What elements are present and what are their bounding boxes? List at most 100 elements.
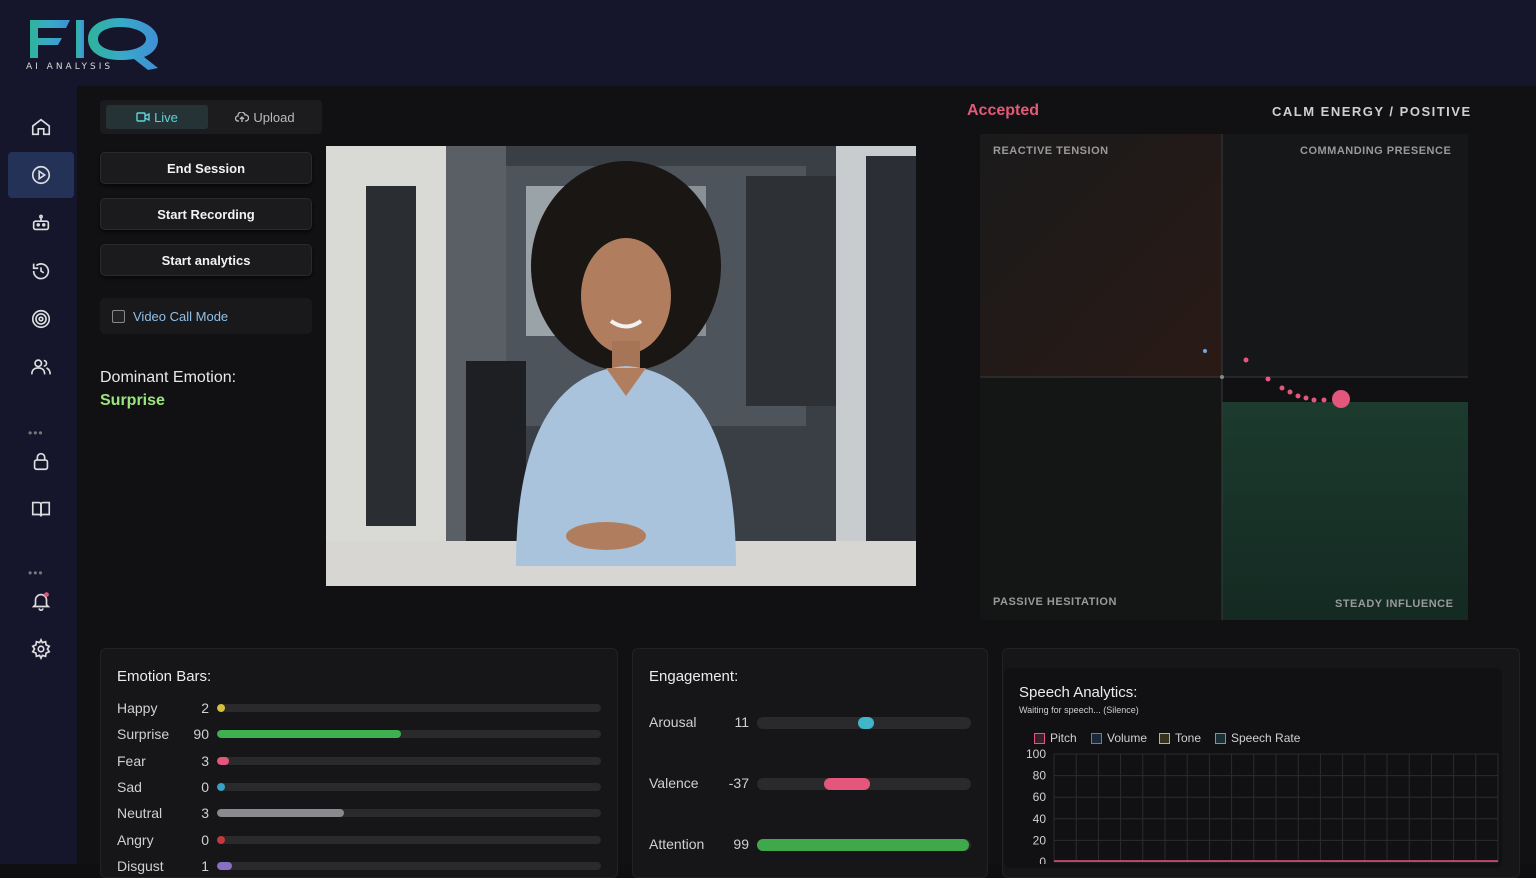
- video-call-mode-toggle[interactable]: Video Call Mode: [100, 298, 312, 334]
- trail-point: [1287, 389, 1293, 395]
- quadrant-label-top-right: COMMANDING PRESENCE: [1300, 145, 1452, 157]
- emotion-bar-track: [217, 756, 601, 765]
- engagement-value: 99: [733, 836, 749, 852]
- sidebar-item-bot[interactable]: [8, 200, 74, 246]
- engagement-row-arousal: Arousal 11: [649, 711, 979, 733]
- origin-point: [1220, 375, 1224, 379]
- emotion-bar-fill: [217, 730, 402, 739]
- mode-toggle: Live Upload: [100, 100, 322, 134]
- top-bar: AI ANALYSIS: [0, 0, 1536, 86]
- sidebar-item-live[interactable]: [8, 152, 74, 198]
- video-call-mode-label: Video Call Mode: [133, 308, 229, 324]
- start-analytics-button[interactable]: Start analytics: [100, 244, 312, 276]
- emotion-value: 0: [201, 778, 209, 795]
- engagement-track: [757, 717, 971, 729]
- quadrant-passive-hesitation: [980, 377, 1222, 620]
- emotion-name: Surprise: [117, 726, 170, 743]
- engagement-fill: [757, 839, 969, 851]
- sidebar-item-lock[interactable]: [8, 438, 74, 484]
- history-icon: [32, 263, 50, 280]
- speech-status: Waiting for speech... (Silence): [1019, 705, 1139, 715]
- video-camera-icon: [136, 112, 150, 122]
- emotion-value: 0: [201, 831, 209, 848]
- speech-legend-item[interactable]: Tone: [1159, 731, 1201, 745]
- emotion-bar-fill: [217, 704, 225, 712]
- engagement-name: Arousal: [649, 714, 697, 730]
- emotion-bar-fill: [217, 756, 229, 765]
- y-tick-label: 20: [1033, 833, 1047, 847]
- emotion-row-sad: Sad 0: [117, 777, 607, 797]
- emotion-value: 2: [201, 700, 209, 716]
- legend-label: Speech Rate: [1231, 731, 1301, 745]
- dominant-emotion-value: Surprise: [100, 392, 165, 409]
- quadrant-steady-influence: [1222, 402, 1468, 620]
- video-call-mode-checkbox[interactable]: [112, 309, 125, 323]
- sidebar-item-settings[interactable]: [8, 626, 74, 672]
- book-icon: [31, 501, 51, 517]
- live-tab[interactable]: Live: [106, 105, 208, 129]
- sidebar: ••• •••: [0, 86, 77, 864]
- end-session-button[interactable]: End Session: [100, 152, 312, 184]
- emotion-bar-fill: [217, 861, 233, 870]
- start-recording-button[interactable]: Start Recording: [100, 198, 312, 230]
- video-frame: [326, 146, 916, 586]
- legend-swatch: [1215, 732, 1226, 744]
- speech-line-chart: 100 80 60 40 20 0: [1026, 747, 1499, 864]
- legend-label: Volume: [1107, 731, 1148, 745]
- emotion-row-angry: Angry 0: [117, 830, 607, 850]
- quadrant-label-bottom-right: STEADY INFLUENCE: [1335, 598, 1454, 610]
- bell-icon: [31, 592, 51, 611]
- quadrant-label-bottom-left: PASSIVE HESITATION: [993, 596, 1117, 608]
- emotion-bars-panel: Emotion Bars: Happy 2 Surprise 90 Fear 3 Sad 0 N…: [100, 648, 618, 878]
- emotion-bar-track: [217, 730, 601, 739]
- trail-point: [1295, 393, 1301, 399]
- emotion-bar-fill: [217, 835, 225, 844]
- engagement-track: [757, 778, 971, 790]
- trail-point: [1311, 397, 1317, 403]
- status-accepted: Accepted: [967, 102, 1040, 119]
- speech-legend-item[interactable]: Pitch: [1034, 731, 1077, 745]
- sidebar-item-users[interactable]: [8, 344, 74, 390]
- emotion-row-fear: Fear 3: [117, 751, 607, 771]
- live-tab-label: Live: [154, 109, 178, 125]
- engagement-name: Valence: [649, 775, 699, 791]
- trail-point: [1243, 357, 1249, 363]
- emotion-bar-fill: [217, 782, 225, 791]
- speech-legend-item[interactable]: Volume: [1091, 731, 1147, 745]
- engagement-row-attention: Attention 99: [649, 833, 979, 855]
- speech-legend-item[interactable]: Speech Rate: [1215, 731, 1300, 745]
- lock-icon: [33, 452, 49, 471]
- video-feed: [326, 146, 916, 586]
- sidebar-item-docs[interactable]: [8, 486, 74, 532]
- play-circle-icon: [31, 165, 51, 185]
- trail-point: [1203, 349, 1207, 353]
- sidebar-item-target[interactable]: [8, 296, 74, 342]
- emotion-row-happy: Happy 2: [117, 698, 607, 718]
- trail-point: [1321, 397, 1327, 403]
- legend-label: Tone: [1175, 731, 1202, 745]
- quadrant-plot: [980, 134, 1468, 620]
- emotion-value: 1: [201, 857, 209, 874]
- sidebar-item-home[interactable]: [8, 104, 74, 150]
- emotion-name: Fear: [117, 752, 146, 769]
- sidebar-item-history[interactable]: [8, 248, 74, 294]
- y-tick-label: 0: [1039, 855, 1046, 864]
- y-tick-label: 80: [1033, 769, 1047, 783]
- target-icon: [31, 309, 51, 329]
- emotion-bar-track: [217, 704, 601, 712]
- engagement-indicator: [823, 778, 870, 790]
- y-tick-label: 100: [1026, 747, 1046, 761]
- sidebar-item-notifications[interactable]: [8, 578, 74, 624]
- upload-tab[interactable]: Upload: [214, 105, 316, 129]
- emotion-bar-track: [217, 809, 601, 818]
- emotion-bar-track: [217, 835, 601, 844]
- emotion-name: Neutral: [117, 805, 163, 822]
- quadrant-reactive-tension: [980, 134, 1222, 377]
- legend-swatch: [1091, 732, 1102, 744]
- trail-point: [1303, 395, 1309, 401]
- speech-analytics-title: Speech Analytics:: [1019, 684, 1138, 701]
- emotion-bar-track: [217, 861, 601, 870]
- legend-swatch: [1159, 732, 1170, 744]
- current-emotion-point: [1332, 390, 1350, 408]
- engagement-indicator: [858, 717, 875, 729]
